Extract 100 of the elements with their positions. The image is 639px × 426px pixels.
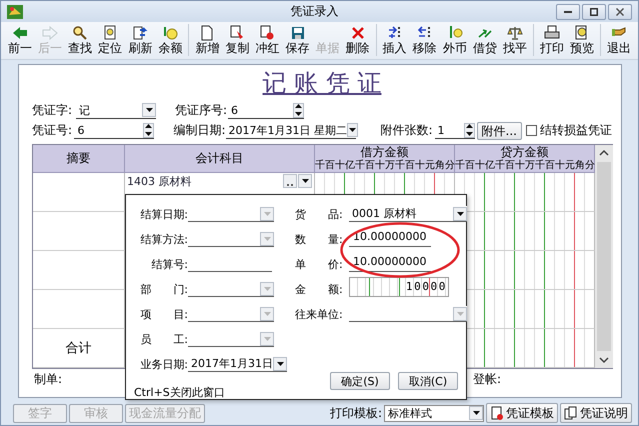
dropdown-button[interactable] [469,406,483,420]
field-label: 项 目: [139,307,188,322]
save-icon [290,24,306,40]
caret-icon [300,177,310,185]
digit-unit-label: 分 [584,159,594,172]
toolbar-button[interactable]: 打印 [536,24,567,56]
column-header: 摘要 [33,145,125,173]
field-label: 员 工: [139,332,188,347]
button[interactable]: 确定(S) [330,372,390,390]
caret-icon [262,210,272,218]
dropdown-field[interactable]: 记 [76,102,156,118]
dropdown-field[interactable]: 0001 原材料 [349,206,467,222]
digit-unit-label: 亿 [344,160,354,172]
attachments-button[interactable]: 附件... [476,122,522,140]
toolbar-button[interactable]: 借贷 [470,24,500,56]
dropdown-button[interactable] [273,356,287,370]
print-icon [544,24,560,40]
dropdown-field[interactable]: 2017年1月31日 星期二 [226,122,356,138]
template-icon [490,406,504,420]
dropdown-field[interactable]: 2017年1月31日 [188,356,287,372]
toolbar-button[interactable]: 退出 [604,24,634,56]
toolbar-button[interactable]: 新增 [192,24,222,56]
dropdown-button[interactable] [347,123,358,137]
spinner-icon [464,123,474,137]
caret-icon [262,334,272,342]
button[interactable]: 凭证模板 [486,403,558,423]
dropdown-button[interactable] [298,174,312,188]
toolbar-button[interactable]: 查找 [65,24,96,56]
digit-unit-label: 元 [564,159,574,172]
digit-unit-label: 百 [464,159,474,172]
digit-unit-label: 分 [444,159,454,172]
field-label: 编制日期: [173,122,226,139]
window-title: 凭证录入 [290,3,340,20]
browse-button[interactable] [283,174,297,188]
documents-icon [564,406,578,420]
voucher-title: 记 账 凭 证 [262,68,382,99]
spinner-button[interactable] [143,122,154,138]
checkbox[interactable]: 结转损益凭证 [526,122,612,139]
toolbar-button[interactable]: 冲红 [252,24,282,56]
digit-unit-label: 千 [354,159,364,172]
toolbar-button[interactable]: 复制 [222,24,252,56]
balance-scale-icon [506,24,523,40]
field-label: 单 价: [295,257,344,272]
caret-icon [262,310,272,318]
digit-unit-label: 百 [404,159,414,172]
field-label: 凭证序号: [175,102,228,119]
minimize-button[interactable] [556,4,580,20]
toolbar-button[interactable]: 保存 [282,24,313,56]
button[interactable]: 凭证说明 [560,403,632,423]
column-header: 会计科目 [125,145,315,173]
toolbar-button[interactable]: 移除 [410,24,440,56]
scrollbar[interactable] [595,145,613,368]
toolbar-button[interactable]: 找平 [500,24,530,56]
caret-icon [276,360,284,368]
copy-icon [229,24,246,40]
digit-unit-label: 十 [414,159,424,172]
field-label: 金 额: [295,282,344,297]
toolbar-button[interactable]: 删除 [342,24,373,56]
text-field[interactable]: 10.00000000 [349,255,431,272]
button[interactable]: 取消(C) [398,372,458,390]
toolbar-button[interactable]: 预览 [566,24,597,56]
digit-unit-label: 十 [554,159,564,172]
toolbar-button[interactable]: 外币 [440,24,470,56]
number-field[interactable]: 6 [228,102,304,118]
toolbar-button[interactable]: 余额 [155,24,186,56]
close-button[interactable] [608,4,632,20]
refresh-icon [132,24,148,40]
number-field[interactable]: 6 [74,122,154,138]
caret-icon [262,284,272,292]
scroll-up-icon [598,148,610,158]
field-label: 凭证号: [32,122,74,139]
coin-icon [162,24,178,40]
hint-text: Ctrl+S关闭此窗口 [134,385,225,400]
digit-unit-label: 角 [574,159,584,172]
spinner-button[interactable] [293,102,304,118]
minimize-icon [564,10,572,12]
field-label: 结算号: [150,257,188,272]
close-icon [616,8,624,16]
toolbar-button[interactable]: 插入 [380,24,410,56]
digit-unit-label: 千 [534,159,544,172]
field-label: 数 量: [295,232,344,247]
toolbar-button[interactable]: 定位 [95,24,126,56]
caret-icon [472,409,480,417]
toolbar-button[interactable]: 刷新 [125,24,156,56]
digit-unit-label: 百 [544,159,554,172]
digit-unit-label: 百 [504,159,514,172]
field-label: 附件张数: [380,122,434,139]
search-icon [72,24,88,40]
digit-unit-label: 十 [374,159,384,172]
column-title: 借方金额 [360,145,408,159]
digit-unit-label: 千 [394,159,404,172]
toolbar-button[interactable]: 前一 [5,24,36,56]
dropdown-button[interactable] [453,206,467,220]
field-label: 结算方法: [139,232,188,247]
maximize-button[interactable] [582,4,606,20]
number-field[interactable]: 1 [434,122,475,138]
dropdown-button[interactable] [142,103,156,117]
spinner-button[interactable] [464,122,475,138]
text-field[interactable]: 10.00000000 [349,230,431,247]
dropdown-field[interactable]: 标准样式 [384,404,484,422]
